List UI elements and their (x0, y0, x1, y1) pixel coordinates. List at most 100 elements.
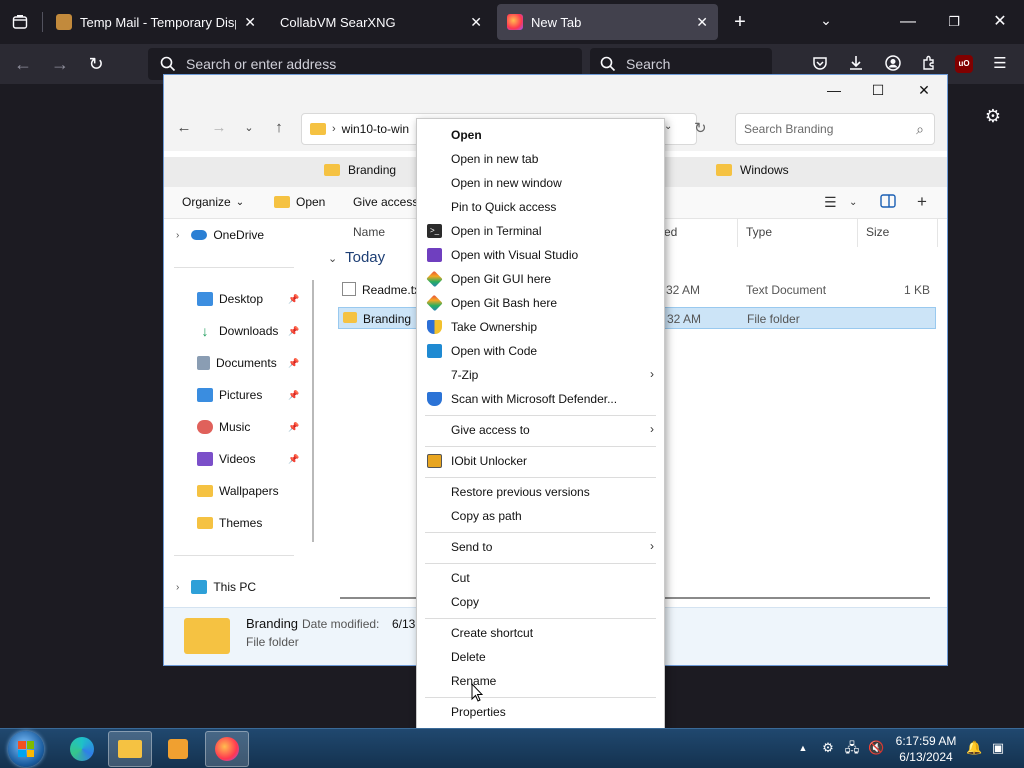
nav-pane-scrollbar[interactable] (312, 280, 314, 542)
menu-separator (425, 563, 656, 564)
gear-icon[interactable]: ⚙ (983, 106, 1003, 126)
nav-item-documents[interactable]: Documents 📌 (197, 351, 337, 375)
menu-item-7zip[interactable]: 7-Zip › (417, 364, 664, 386)
view-options-icon[interactable]: ☰ (824, 194, 837, 211)
reload-icon[interactable]: ↻ (85, 53, 107, 75)
network-icon[interactable]: 🖧 (844, 740, 860, 756)
nav-item-themes[interactable]: Themes (197, 511, 337, 535)
notification-bell-icon[interactable]: 🔔 (966, 740, 982, 756)
menu-item-send-to[interactable]: Send to › (417, 536, 664, 558)
column-size[interactable]: Size (866, 225, 889, 239)
folder-tab-windows[interactable]: Windows (716, 163, 789, 177)
taskbar-media-player[interactable] (156, 731, 200, 767)
ublock-icon[interactable]: uO (955, 55, 973, 73)
downloads-icon[interactable] (847, 55, 865, 73)
close-tab-icon[interactable]: ✕ (244, 14, 256, 31)
tab-collabvm-searxng[interactable]: CollabVM SearXNG ✕ (270, 4, 492, 40)
recent-locations-icon[interactable]: ⌄ (240, 119, 258, 137)
computer-icon (191, 580, 208, 594)
maximize-icon[interactable]: ☐ (868, 80, 888, 100)
menu-item-rename[interactable]: Rename (417, 670, 664, 692)
taskbar-edge[interactable] (60, 731, 104, 767)
folder-tab-branding[interactable]: Branding (324, 163, 396, 177)
nav-item-videos[interactable]: Videos 📌 (197, 447, 337, 471)
search-placeholder: Search Branding (744, 122, 834, 136)
column-date-modified[interactable]: ed (664, 225, 677, 239)
nav-item-music[interactable]: Music 📌 (197, 415, 337, 439)
menu-item-open[interactable]: Open (417, 124, 664, 146)
chevron-down-icon[interactable]: ⌄ (849, 197, 857, 208)
nav-item-downloads[interactable]: ↓ Downloads 📌 (197, 319, 337, 343)
menu-item-open-terminal[interactable]: >_ Open in Terminal (417, 220, 664, 242)
folder-icon (324, 164, 340, 176)
restore-icon[interactable]: ❐ (944, 12, 964, 32)
list-all-tabs-icon[interactable]: ⌄ (816, 12, 836, 32)
preview-pane-icon[interactable] (880, 194, 896, 211)
menu-separator (425, 415, 656, 416)
extensions-icon[interactable] (920, 55, 938, 73)
give-access-button[interactable]: Give access (353, 195, 418, 209)
tab-temp-mail[interactable]: Temp Mail - Temporary Dispos ✕ (46, 4, 266, 40)
new-tab-button[interactable]: + (730, 12, 750, 32)
address-dropdown-icon[interactable]: ⌄ (664, 121, 672, 132)
firefox-view-icon[interactable] (8, 10, 32, 34)
menu-item-open-new-window[interactable]: Open in new window (417, 172, 664, 194)
explorer-search-input[interactable]: Search Branding ⌕ (735, 113, 935, 145)
close-tab-icon[interactable]: ✕ (696, 14, 708, 31)
menu-item-git-bash[interactable]: Open Git Bash here (417, 292, 664, 314)
menu-item-take-ownership[interactable]: Take Ownership (417, 316, 664, 338)
forward-icon[interactable]: → (49, 53, 71, 75)
close-icon[interactable]: ✕ (914, 80, 934, 100)
group-header-today[interactable]: ⌄ Today (328, 249, 385, 266)
menu-item-cut[interactable]: Cut (417, 567, 664, 589)
menu-item-copy-as-path[interactable]: Copy as path (417, 505, 664, 527)
account-icon[interactable] (884, 55, 902, 73)
pocket-icon[interactable] (811, 55, 829, 73)
volume-muted-icon[interactable]: 🔇 (868, 740, 884, 756)
column-name[interactable]: Name (353, 225, 385, 239)
git-gui-icon (426, 270, 443, 288)
nav-item-pictures[interactable]: Pictures 📌 (197, 383, 337, 407)
taskbar-firefox[interactable] (205, 731, 249, 767)
open-button[interactable]: Open (274, 195, 325, 209)
clock[interactable]: 6:17:59 AM 6/13/2024 (893, 733, 959, 765)
close-window-icon[interactable]: ✕ (990, 12, 1010, 32)
nav-item-desktop[interactable]: Desktop 📌 (197, 287, 337, 311)
menu-item-delete[interactable]: Delete (417, 646, 664, 668)
menu-item-open-with-code[interactable]: Open with Code (417, 340, 664, 362)
minimize-icon[interactable]: — (898, 12, 918, 32)
nav-item-onedrive[interactable]: › OneDrive (176, 223, 316, 247)
menu-item-defender-scan[interactable]: Scan with Microsoft Defender... (417, 388, 664, 410)
menu-item-open-visual-studio[interactable]: Open with Visual Studio (417, 244, 664, 266)
menu-item-restore-versions[interactable]: Restore previous versions (417, 481, 664, 503)
menu-item-create-shortcut[interactable]: Create shortcut (417, 622, 664, 644)
close-tab-icon[interactable]: ✕ (470, 14, 482, 31)
menu-item-git-gui[interactable]: Open Git GUI here (417, 268, 664, 290)
column-type[interactable]: Type (746, 225, 772, 239)
menu-item-pin-quick-access[interactable]: Pin to Quick access (417, 196, 664, 218)
organize-button[interactable]: Organize ⌄ (182, 195, 244, 209)
add-icon[interactable]: + (917, 192, 927, 212)
forward-icon[interactable]: → (210, 119, 228, 137)
search-icon (160, 56, 176, 72)
tab-new-tab[interactable]: New Tab ✕ (497, 4, 718, 40)
nav-item-this-pc[interactable]: › This PC (176, 575, 316, 599)
menu-item-iobit-unlocker[interactable]: IObit Unlocker (417, 450, 664, 472)
taskbar-file-explorer[interactable] (108, 731, 152, 767)
mouse-cursor-icon (471, 683, 483, 702)
back-icon[interactable]: ← (12, 53, 34, 75)
display-settings-icon[interactable]: ▣ (990, 740, 1006, 756)
menu-item-properties[interactable]: Properties (417, 701, 664, 723)
menu-item-copy[interactable]: Copy (417, 591, 664, 613)
nav-item-wallpapers[interactable]: Wallpapers (197, 479, 337, 503)
menu-item-give-access[interactable]: Give access to › (417, 419, 664, 441)
start-button[interactable] (8, 731, 44, 767)
menu-icon[interactable]: ☰ (991, 55, 1009, 73)
show-hidden-icons[interactable]: ▲ (795, 740, 811, 756)
refresh-icon[interactable]: ↻ (694, 119, 707, 137)
menu-item-open-new-tab[interactable]: Open in new tab (417, 148, 664, 170)
minimize-icon[interactable]: — (824, 80, 844, 100)
back-icon[interactable]: ← (175, 119, 193, 137)
up-icon[interactable]: ↑ (270, 119, 288, 137)
action-center-icon[interactable]: ⚙ (820, 740, 836, 756)
